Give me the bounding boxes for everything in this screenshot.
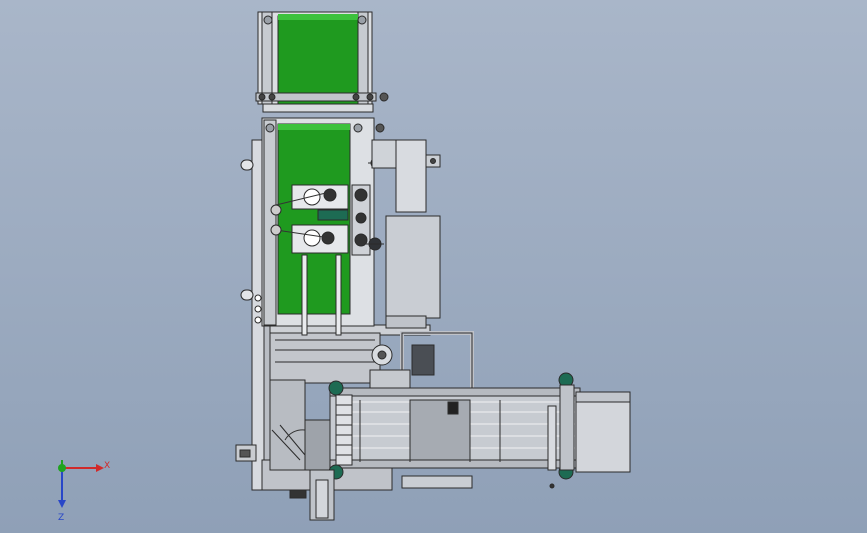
z-axis-label: Z <box>58 513 64 523</box>
lower-hopper <box>269 379 334 471</box>
motor-housing-upper <box>371 139 441 213</box>
lower-green-conveyor <box>261 117 385 336</box>
upper-belt <box>277 15 359 105</box>
end-cover-box <box>575 391 631 473</box>
upper-green-conveyor <box>255 11 389 113</box>
axis-triad: X Z <box>58 460 110 523</box>
cad-viewport[interactable]: X Z <box>0 0 867 533</box>
x-axis-label: X <box>104 461 110 471</box>
mid-drive-mechanism <box>369 331 474 395</box>
cad-model-drawing: X Z <box>58 11 631 523</box>
motor-housing-lower <box>385 215 441 329</box>
